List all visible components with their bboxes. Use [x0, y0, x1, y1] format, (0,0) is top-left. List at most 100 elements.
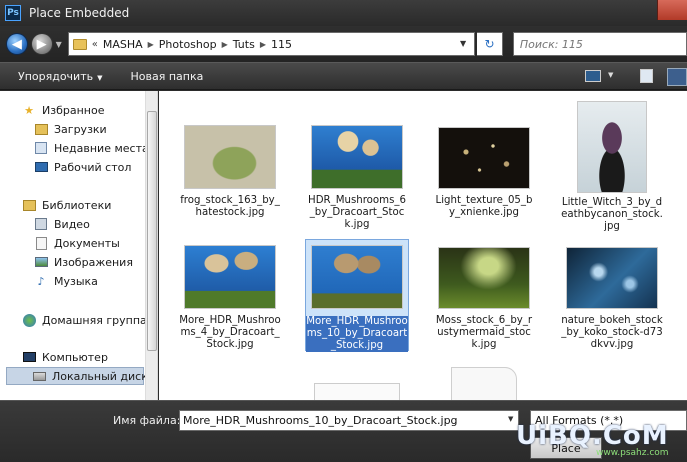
- file-name: HDR_Mushrooms_6_by_Dracoart_Stock.jpg: [308, 195, 406, 230]
- close-button[interactable]: [657, 0, 687, 20]
- file-name: frog_stock_163_by_hatestock.jpg: [180, 195, 280, 218]
- sidebar-item-favorites[interactable]: ★ Избранное: [22, 101, 104, 119]
- music-note-icon: ♪: [37, 274, 45, 288]
- sidebar-item-video[interactable]: Видео: [34, 215, 90, 233]
- recent-locations-dropdown[interactable]: ▼: [56, 40, 62, 49]
- sidebar-item-computer[interactable]: Компьютер: [22, 348, 108, 366]
- file-tile[interactable]: frog_stock_163_by_hatestock.jpg: [179, 121, 281, 233]
- address-history-dropdown[interactable]: ▼: [460, 39, 466, 48]
- file-thumbnail-lights: [438, 127, 530, 189]
- sidebar-item-downloads[interactable]: Загрузки: [34, 120, 107, 138]
- search-box[interactable]: [512, 32, 687, 56]
- sidebar-item-label: Изображения: [54, 255, 133, 269]
- view-options-dropdown[interactable]: ▼: [608, 71, 613, 79]
- file-thumbnail-bokeh: [566, 247, 658, 309]
- file-tile[interactable]: Moss_stock_6_by_rustymermaid_stock.jpg: [433, 241, 535, 353]
- breadcrumb-separator-icon[interactable]: ▶: [260, 40, 266, 49]
- sidebar-item-desktop[interactable]: Рабочий стол: [34, 158, 131, 176]
- breadcrumb-item-115[interactable]: 115: [271, 38, 292, 51]
- arrow-left-icon: ◀: [11, 36, 22, 52]
- breadcrumb-item-tuts[interactable]: Tuts: [233, 38, 255, 51]
- sidebar-item-label: Загрузки: [54, 122, 107, 136]
- change-view-icon[interactable]: [585, 70, 601, 82]
- local-disk-icon: [33, 369, 46, 383]
- file-list: frog_stock_163_by_hatestock.jpg HDR_Mush…: [159, 91, 687, 400]
- sidebar-item-label: Избранное: [42, 103, 105, 117]
- sidebar-scrollbar-thumb[interactable]: [147, 111, 157, 351]
- sidebar-item-label: Рабочий стол: [54, 160, 132, 174]
- document-file-icon[interactable]: [451, 367, 517, 400]
- watermark-url: www.psahz.com: [596, 448, 669, 458]
- file-thumbnail-mushrooms: [184, 245, 276, 309]
- sidebar-item-label: Видео: [54, 217, 90, 231]
- refresh-icon: ↻: [484, 37, 495, 51]
- file-name-label: Имя файла:: [113, 414, 181, 427]
- search-input[interactable]: [519, 37, 670, 51]
- back-button[interactable]: ◀: [6, 33, 28, 55]
- sidebar-item-label: Локальный диск: [52, 369, 148, 383]
- sidebar-item-music[interactable]: ♪ Музыка: [34, 272, 98, 290]
- breadcrumb-item-photoshop[interactable]: Photoshop: [159, 38, 217, 51]
- chevron-down-icon: ▼: [97, 73, 103, 82]
- file-tile-selected[interactable]: More_HDR_Mushrooms_10_by_Dracoart_Stock.…: [305, 239, 409, 352]
- sidebar-item-homegroup[interactable]: Домашняя группа: [22, 311, 147, 329]
- organize-label: Упорядочить: [18, 69, 94, 83]
- breadcrumb[interactable]: « MASHA ▶ Photoshop ▶ Tuts ▶ 115 ▼: [67, 32, 476, 56]
- sidebar-item-label: Документы: [54, 236, 120, 250]
- file-tile[interactable]: Little_Witch_3_by_deathbycanon_stock.jpg: [561, 101, 663, 232]
- homegroup-icon: [22, 313, 36, 327]
- help-icon[interactable]: [667, 68, 687, 86]
- sidebar-item-label: Компьютер: [42, 350, 108, 364]
- pictures-library-icon: [34, 255, 48, 269]
- recent-places-icon: [34, 141, 48, 155]
- documents-library-icon: [34, 236, 48, 250]
- breadcrumb-item-masha[interactable]: MASHA: [103, 38, 143, 51]
- new-folder-button[interactable]: Новая папка: [131, 70, 204, 83]
- sidebar-item-recent-places[interactable]: Недавние места: [34, 139, 149, 157]
- file-tile[interactable]: nature_bokeh_stock_by_koko_stock-d73dkvv…: [561, 241, 663, 353]
- file-thumbnail-frog: [184, 125, 276, 189]
- computer-icon: [22, 350, 36, 364]
- preview-pane-icon[interactable]: [640, 69, 653, 83]
- sidebar-item-libraries[interactable]: Библиотеки: [22, 196, 111, 214]
- file-thumbnail-mushrooms: [311, 125, 403, 189]
- sidebar-item-local-disk[interactable]: Локальный диск: [6, 367, 148, 385]
- file-thumbnail-moss: [438, 247, 530, 309]
- file-thumbnail-witch: [577, 101, 647, 193]
- file-tile[interactable]: Light_texture_05_by_xnienke.jpg: [433, 121, 535, 233]
- refresh-button[interactable]: ↻: [477, 32, 503, 56]
- window-title: Place Embedded: [29, 6, 130, 20]
- star-icon: ★: [24, 103, 34, 117]
- file-thumbnail-partial[interactable]: [314, 383, 400, 400]
- file-name: nature_bokeh_stock_by_koko_stock-d73dkvv…: [561, 315, 663, 350]
- folder-icon: [72, 38, 87, 50]
- file-name: Moss_stock_6_by_rustymermaid_stock.jpg: [435, 315, 533, 350]
- sidebar-item-label: Домашняя группа: [42, 313, 147, 327]
- forward-button[interactable]: ▶: [30, 33, 53, 55]
- sidebar-item-pictures[interactable]: Изображения: [34, 253, 133, 271]
- sidebar-item-label: Музыка: [54, 274, 98, 288]
- sidebar-item-documents[interactable]: Документы: [34, 234, 120, 252]
- libraries-icon: [22, 198, 36, 212]
- file-name: Little_Witch_3_by_deathbycanon_stock.jpg: [561, 197, 663, 232]
- file-name: More_HDR_Mushrooms_10_by_Dracoart_Stock.…: [306, 316, 408, 352]
- file-name-input[interactable]: [179, 410, 519, 431]
- photoshop-app-icon: Ps: [5, 5, 21, 21]
- chevron-down-icon[interactable]: ▼: [508, 415, 513, 423]
- organize-menu-button[interactable]: Упорядочить ▼: [18, 70, 103, 83]
- breadcrumb-separator-icon[interactable]: ▶: [222, 40, 228, 49]
- breadcrumb-overflow-icon[interactable]: «: [92, 39, 98, 50]
- command-toolbar: Упорядочить ▼ Новая папка ▼: [0, 62, 687, 90]
- sidebar-item-label: Библиотеки: [42, 198, 112, 212]
- arrow-right-icon: ▶: [36, 36, 47, 52]
- desktop-icon: [34, 160, 48, 174]
- navigation-pane: ★ Избранное Загрузки Недавние места Рабо…: [0, 91, 158, 400]
- breadcrumb-separator-icon[interactable]: ▶: [148, 40, 154, 49]
- file-tile[interactable]: More_HDR_Mushrooms_4_by_Dracoart_Stock.j…: [179, 241, 281, 353]
- downloads-folder-icon: [34, 122, 48, 136]
- sidebar-item-label: Недавние места: [54, 141, 149, 155]
- file-tile[interactable]: HDR_Mushrooms_6_by_Dracoart_Stock.jpg: [306, 121, 408, 233]
- watermark-logo: UiBQ.CoM: [516, 421, 669, 451]
- video-library-icon: [34, 217, 48, 231]
- sidebar-scrollbar[interactable]: [145, 91, 157, 400]
